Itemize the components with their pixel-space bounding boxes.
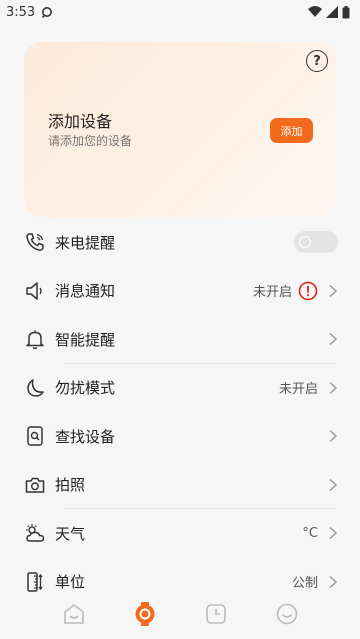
- status-time: 3:53: [6, 4, 36, 20]
- device-tab-icon[interactable]: [130, 599, 160, 629]
- menu-item-label: 拍照: [55, 476, 86, 495]
- bottom-nav: [0, 588, 360, 639]
- settings-menu: 来电提醒 消息通知 未开启 智能提醒 勿扰模式 未开启 查找设备 拍照 天气 °…: [0, 218, 360, 606]
- menu-item-call-reminder[interactable]: 来电提醒: [0, 218, 360, 267]
- chevron-right-icon: [328, 478, 338, 492]
- add-device-card: ? 添加设备 请添加您的设备 添加: [24, 42, 336, 217]
- chevron-right-icon: [328, 575, 338, 589]
- add-device-title: 添加设备: [48, 112, 113, 131]
- menu-item-label: 消息通知: [55, 282, 116, 301]
- chevron-right-icon: [328, 429, 338, 443]
- add-device-subtitle: 请添加您的设备: [48, 134, 133, 148]
- alert-icon: [298, 281, 318, 301]
- chevron-right-icon: [328, 526, 338, 540]
- weather-icon: [24, 522, 46, 544]
- menu-item-label: 勿扰模式: [55, 379, 116, 398]
- call-reminder-toggle[interactable]: [294, 231, 338, 254]
- menu-item-value: 未开启: [278, 382, 318, 398]
- camera-icon: [24, 474, 46, 496]
- add-device-button[interactable]: 添加: [270, 118, 313, 143]
- menu-item-label: 天气: [55, 524, 86, 543]
- battery-icon: [342, 5, 350, 19]
- sync-icon: [41, 6, 53, 18]
- chevron-right-icon: [328, 332, 338, 346]
- menu-item-value: °C: [302, 525, 318, 541]
- menu-item-value: 未开启: [252, 285, 292, 301]
- signal-icon: [326, 6, 338, 18]
- phone-icon: [24, 231, 46, 253]
- status-bar: 3:53: [0, 0, 360, 24]
- menu-item-weather[interactable]: 天气 °C: [0, 509, 360, 558]
- menu-item-find-device[interactable]: 查找设备: [0, 412, 360, 461]
- chevron-right-icon: [328, 381, 338, 395]
- moon-icon: [24, 377, 46, 399]
- home-tab-icon[interactable]: [59, 599, 89, 629]
- clock-tab-icon[interactable]: [201, 599, 231, 629]
- menu-item-label: 来电提醒: [55, 233, 116, 252]
- menu-item-camera[interactable]: 拍照: [0, 461, 360, 510]
- menu-item-message-notification[interactable]: 消息通知 未开启: [0, 267, 360, 316]
- speaker-icon: [24, 280, 46, 302]
- bell-icon: [24, 328, 46, 350]
- menu-item-smart-reminder[interactable]: 智能提醒: [0, 315, 360, 364]
- help-icon[interactable]: ?: [306, 50, 328, 72]
- toggle-knob: [299, 236, 311, 249]
- profile-tab-icon[interactable]: [272, 599, 302, 629]
- find-device-icon: [24, 425, 46, 447]
- wifi-icon: [308, 6, 322, 18]
- menu-item-label: 智能提醒: [55, 330, 116, 349]
- menu-item-label: 查找设备: [55, 427, 116, 446]
- chevron-right-icon: [328, 284, 338, 298]
- menu-item-do-not-disturb[interactable]: 勿扰模式 未开启: [0, 364, 360, 413]
